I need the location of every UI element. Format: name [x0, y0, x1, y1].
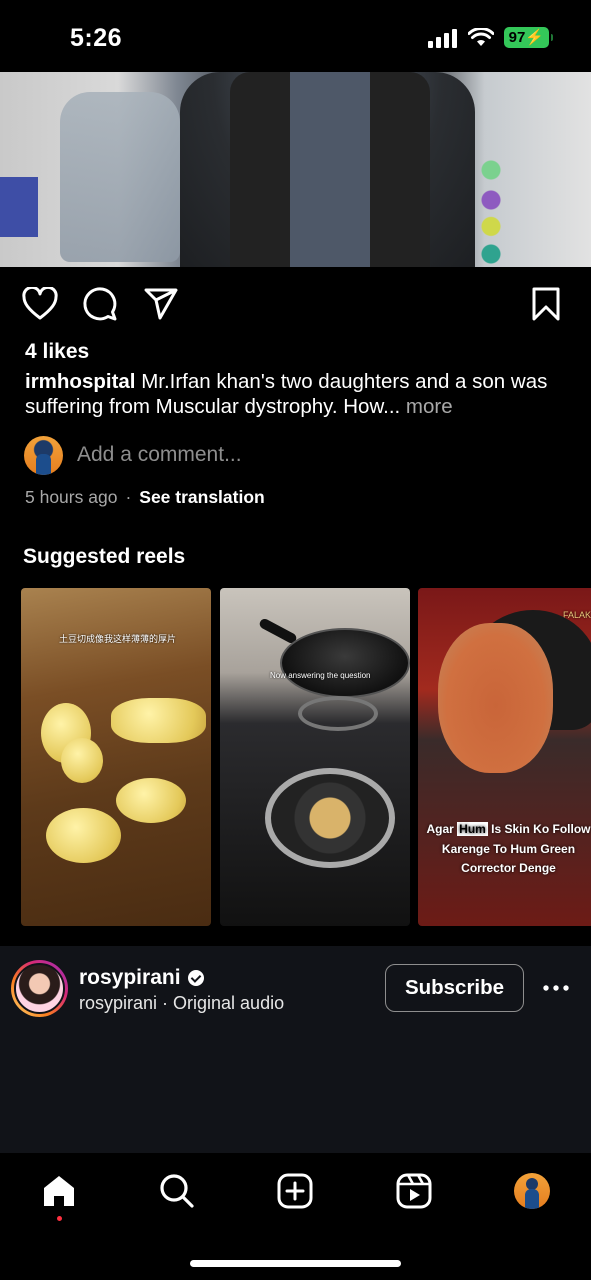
subscribe-button[interactable]: Subscribe — [385, 964, 524, 1012]
status-icons: 97⚡ — [427, 27, 554, 48]
reels-icon — [396, 1173, 432, 1209]
save-button[interactable] — [524, 282, 568, 326]
comment-input[interactable]: Add a comment... — [77, 443, 242, 467]
post-actions — [0, 282, 591, 326]
share-button[interactable] — [139, 282, 183, 326]
author-avatar[interactable] — [11, 960, 68, 1017]
like-button[interactable] — [18, 282, 62, 326]
comment-icon — [83, 287, 117, 321]
battery-indicator: 97⚡ — [503, 27, 554, 48]
tab-profile[interactable] — [512, 1171, 552, 1211]
charging-icon: ⚡ — [525, 29, 544, 46]
create-icon — [277, 1173, 313, 1209]
tab-create[interactable] — [275, 1171, 315, 1211]
more-options-button[interactable] — [541, 976, 571, 1000]
home-indicator[interactable] — [190, 1260, 401, 1267]
suggested-reels-title: Suggested reels — [23, 545, 186, 568]
comment-button[interactable] — [78, 282, 122, 326]
verified-icon — [187, 970, 204, 986]
reel-author-bar: rosypirani rosypirani · Original audio S… — [0, 946, 591, 1153]
author-name[interactable]: rosypirani — [79, 966, 204, 990]
wifi-icon — [467, 27, 494, 46]
suggested-reel[interactable]: FALAK Agar Hum Is Skin Ko Follow Karenge… — [418, 588, 591, 926]
reel-overlay-text: 土豆切成像我这样薄薄的厚片 — [59, 634, 177, 644]
caption-more-link[interactable]: more — [400, 395, 453, 418]
audio-info[interactable]: rosypirani · Original audio — [79, 993, 284, 1014]
post-timestamp: 5 hours ago — [25, 487, 118, 507]
home-icon — [44, 1176, 74, 1206]
search-icon — [160, 1174, 194, 1208]
meta-separator: · — [125, 487, 132, 507]
bookmark-icon — [532, 287, 560, 321]
see-translation-link[interactable]: See translation — [139, 487, 264, 508]
signal-icon — [427, 28, 457, 48]
likes-count[interactable]: 4 likes — [25, 340, 89, 364]
battery-level: 97 — [508, 29, 526, 46]
status-bar: 5:26 97⚡ — [0, 0, 591, 72]
more-icon — [543, 985, 569, 991]
avatar — [24, 435, 63, 475]
suggested-reel[interactable]: Now answering the question — [220, 588, 410, 926]
post-meta: 5 hours ago · See translation — [25, 487, 265, 508]
suggested-reel[interactable]: 土豆切成像我这样薄薄的厚片 — [21, 588, 211, 926]
post-video[interactable] — [0, 72, 591, 267]
tab-reels[interactable] — [394, 1171, 434, 1211]
post-caption: irmhospital Mr.Irfan khan's two daughter… — [25, 370, 570, 419]
heart-icon — [22, 287, 58, 320]
caption-username[interactable]: irmhospital — [25, 370, 136, 393]
comment-row[interactable]: Add a comment... — [24, 435, 242, 475]
profile-avatar — [514, 1173, 550, 1209]
share-icon — [144, 288, 178, 320]
tab-search[interactable] — [157, 1171, 197, 1211]
tab-home[interactable] — [39, 1171, 79, 1211]
reel-overlay-text: Now answering the question — [270, 671, 371, 680]
reel-caption: Agar Hum Is Skin Ko Follow Karenge To Hu… — [426, 822, 591, 875]
home-notification-dot — [57, 1216, 62, 1221]
status-time: 5:26 — [70, 24, 123, 52]
